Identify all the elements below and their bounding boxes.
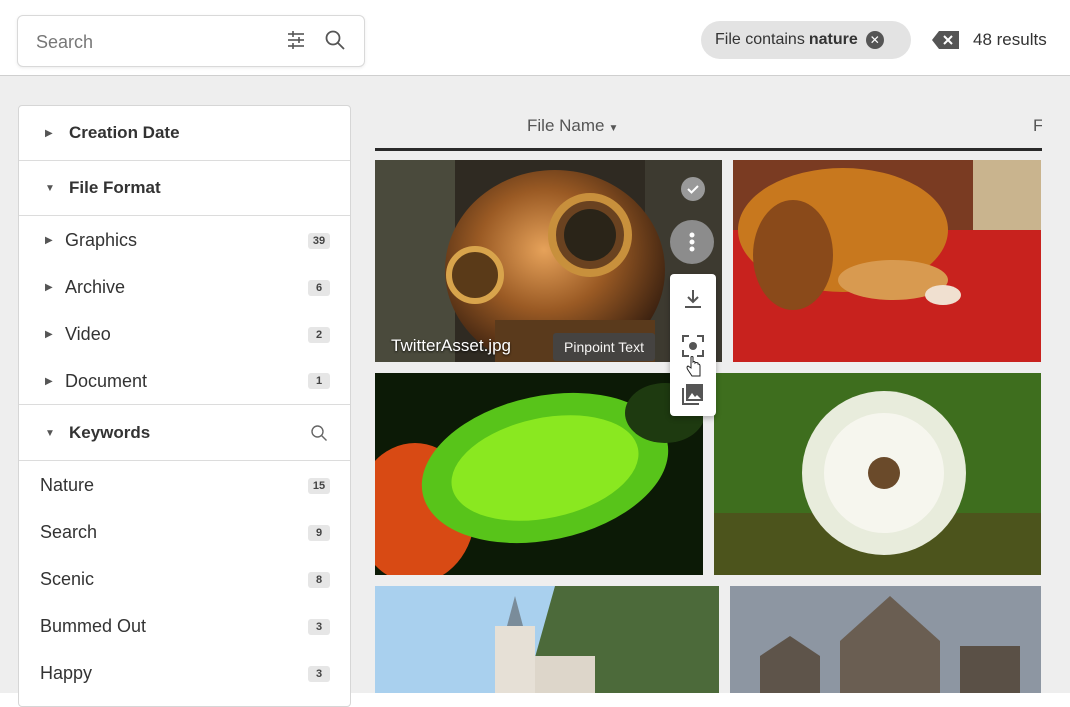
tile-caption: TwitterAsset.jpg bbox=[391, 336, 511, 355]
caret-down-icon: ▼ bbox=[45, 182, 55, 194]
caret-right-icon: ▶ bbox=[45, 282, 53, 293]
caret-right-icon: ▶ bbox=[45, 127, 53, 139]
count-badge: 3 bbox=[308, 665, 330, 682]
check-icon bbox=[687, 185, 699, 194]
facet-creation-date[interactable]: ▶ Creation Date bbox=[19, 106, 350, 161]
green-pod-image bbox=[375, 373, 703, 575]
keyword-label: Search bbox=[40, 522, 98, 542]
keyword-item-bummed-out[interactable]: Bummed Out 3 bbox=[19, 603, 350, 650]
keyword-item-scenic[interactable]: Scenic 8 bbox=[19, 556, 350, 603]
more-vert-icon bbox=[689, 232, 695, 252]
sort-label: File Name bbox=[527, 116, 605, 135]
search-icon[interactable] bbox=[324, 29, 346, 51]
keyword-item-nature[interactable]: Nature 15 bbox=[19, 462, 350, 509]
count-badge: 39 bbox=[308, 232, 330, 249]
top-bar: File contains nature ✕ 48 results bbox=[0, 0, 1070, 76]
asset-tile-castle[interactable] bbox=[375, 586, 719, 693]
dandelion-image bbox=[714, 373, 1041, 575]
keyword-item-happy[interactable]: Happy 3 bbox=[19, 650, 350, 697]
caret-down-icon: ▼ bbox=[608, 123, 619, 134]
caret-down-icon: ▼ bbox=[45, 427, 55, 439]
facet-title: File Format bbox=[69, 178, 161, 197]
dog-image bbox=[733, 160, 1041, 362]
search-box[interactable] bbox=[17, 15, 365, 67]
filter-settings-icon[interactable] bbox=[286, 30, 306, 50]
facet-keywords[interactable]: ▼ Keywords bbox=[19, 406, 350, 461]
count-badge: 2 bbox=[308, 326, 330, 343]
keyword-item-search[interactable]: Search 9 bbox=[19, 509, 350, 556]
facet-title: Creation Date bbox=[69, 123, 180, 142]
results-count: 48 results bbox=[973, 30, 1047, 49]
caret-right-icon: ▶ bbox=[45, 235, 53, 246]
facet-file-format[interactable]: ▼ File Format bbox=[19, 161, 350, 216]
pinpoint-text-icon[interactable] bbox=[681, 334, 705, 358]
chip-close-icon[interactable]: ✕ bbox=[865, 31, 884, 49]
column-header-cut[interactable]: File bbox=[1033, 116, 1042, 136]
chip-label: File contains bbox=[715, 31, 805, 48]
caret-right-icon: ▶ bbox=[45, 375, 53, 387]
search-icon[interactable] bbox=[310, 424, 328, 442]
asset-tile-dandelion[interactable] bbox=[714, 373, 1041, 575]
download-icon[interactable] bbox=[682, 288, 704, 310]
asset-tile-green-pod[interactable] bbox=[375, 373, 703, 575]
sort-by-file-name[interactable]: File Name ▼ bbox=[527, 116, 618, 136]
count-badge: 3 bbox=[308, 618, 330, 635]
clear-all-icon[interactable] bbox=[931, 30, 961, 50]
count-badge: 1 bbox=[308, 373, 330, 389]
count-badge: 9 bbox=[308, 524, 330, 541]
filter-chip[interactable]: File contains nature ✕ bbox=[701, 21, 911, 59]
facet-item-label: Document bbox=[65, 370, 148, 391]
keyword-label: Happy bbox=[40, 663, 93, 683]
facet-item-archive[interactable]: ▶ Archive 6 bbox=[19, 264, 350, 311]
church-image bbox=[730, 586, 1041, 693]
search-input[interactable] bbox=[34, 28, 278, 56]
grid-header: File Name▼ File bbox=[375, 104, 1042, 151]
caret-right-icon: ▶ bbox=[45, 329, 53, 340]
count-badge: 15 bbox=[308, 477, 330, 494]
facet-item-label: Video bbox=[65, 324, 111, 344]
tile-action-menu bbox=[670, 274, 716, 416]
facet-sidebar: ▶ Creation Date ▼ File Format ▶ Graphics… bbox=[18, 105, 351, 707]
facet-item-video[interactable]: ▶ Video 2 bbox=[19, 311, 350, 358]
facet-item-document[interactable]: ▶ Document 1 bbox=[19, 358, 350, 405]
keyword-label: Bummed Out bbox=[40, 616, 147, 636]
facet-item-label: Archive bbox=[65, 277, 126, 297]
asset-tile-dog[interactable] bbox=[733, 160, 1041, 362]
castle-image bbox=[375, 586, 719, 693]
more-actions-button[interactable] bbox=[670, 220, 714, 264]
image-gallery-icon[interactable] bbox=[681, 382, 705, 406]
count-badge: 8 bbox=[308, 571, 330, 588]
chip-value: nature bbox=[808, 31, 858, 48]
count-badge: 6 bbox=[308, 279, 330, 296]
pinpoint-text-tooltip: Pinpoint Text bbox=[553, 333, 655, 361]
asset-tile-church[interactable] bbox=[730, 586, 1041, 693]
facet-title: Keywords bbox=[69, 423, 151, 442]
keyword-label: Nature bbox=[40, 475, 95, 495]
hand-cursor-icon bbox=[686, 356, 701, 377]
keyword-label: Scenic bbox=[40, 569, 95, 589]
select-check-button[interactable] bbox=[681, 177, 705, 201]
facet-item-graphics[interactable]: ▶ Graphics 39 bbox=[19, 217, 350, 264]
facet-item-label: Graphics bbox=[65, 230, 138, 250]
